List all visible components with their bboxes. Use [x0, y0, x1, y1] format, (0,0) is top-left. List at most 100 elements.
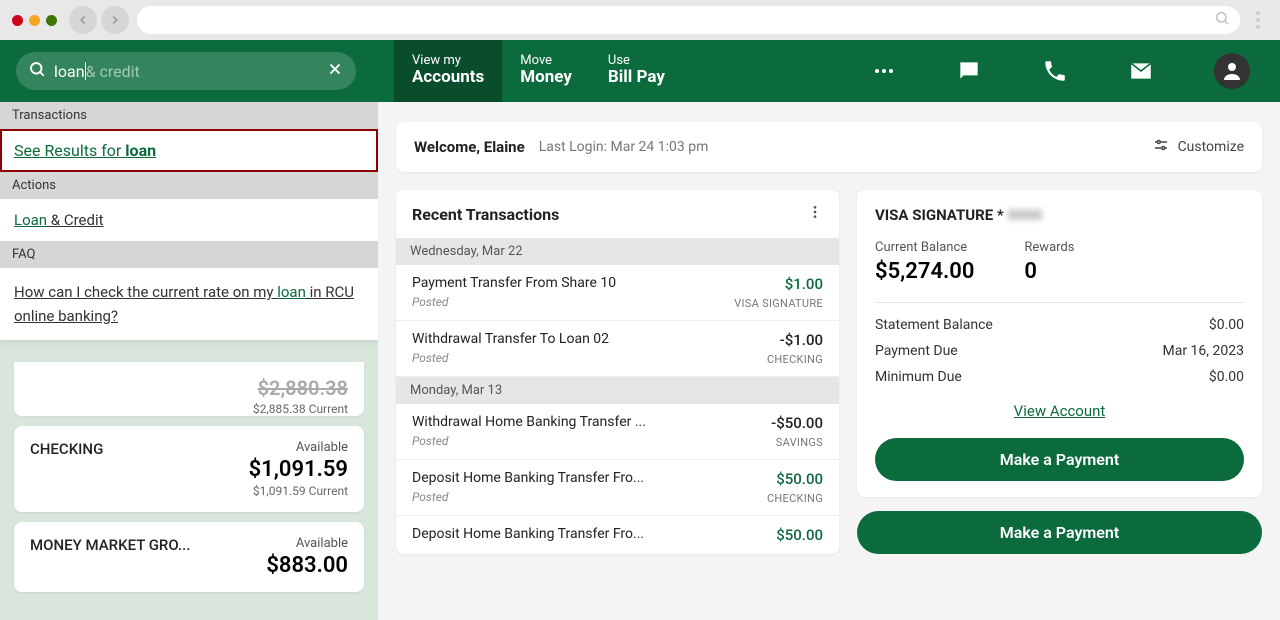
- main-content: Welcome, Elaine Last Login: Mar 24 1:03 …: [378, 102, 1280, 620]
- transaction-row[interactable]: Deposit Home Banking Transfer Fro... $50…: [396, 516, 839, 554]
- customize-label: Customize: [1178, 139, 1244, 155]
- action-link-term: Loan: [14, 211, 47, 229]
- window-controls: [12, 15, 57, 26]
- action-loan-credit-link[interactable]: Loan & Credit: [0, 199, 378, 241]
- account-name: CHECKING: [30, 440, 103, 458]
- sidebar: Transactions See Results for loan Action…: [0, 102, 378, 620]
- search-icon: [28, 60, 46, 82]
- transaction-account: CHECKING: [767, 492, 823, 505]
- close-window-icon[interactable]: [12, 15, 23, 26]
- visa-row-value: Mar 16, 2023: [1163, 343, 1245, 359]
- clear-search-icon[interactable]: [326, 59, 344, 83]
- tab-line1: View my: [412, 54, 484, 67]
- transaction-amount: -$50.00: [771, 414, 823, 432]
- address-bar[interactable]: [137, 6, 1240, 34]
- account-amount-cut: $2,880.38: [30, 376, 348, 400]
- back-button[interactable]: [69, 6, 97, 34]
- visa-row: Statement Balance $0.00: [875, 317, 1244, 333]
- welcome-text: Welcome, Elaine: [414, 138, 525, 156]
- visa-row-label: Payment Due: [875, 343, 958, 359]
- account-amount: $883.00: [266, 553, 348, 578]
- results-section-faq: FAQ: [0, 241, 378, 268]
- results-section-transactions: Transactions: [0, 102, 378, 129]
- account-tile-partial[interactable]: $2,880.38 $2,885.38 Current: [14, 362, 364, 416]
- transaction-amount: $50.00: [767, 470, 823, 488]
- transaction-row[interactable]: Deposit Home Banking Transfer Fro... Pos…: [396, 460, 839, 516]
- faq-pre: How can I check the current rate on my: [14, 283, 277, 301]
- browser-chrome: [0, 0, 1280, 40]
- browser-menu-icon[interactable]: [1248, 11, 1268, 29]
- search-input[interactable]: loan & credit: [16, 52, 356, 90]
- make-payment-button[interactable]: Make a Payment: [875, 438, 1244, 481]
- faq-term: loan: [277, 283, 306, 301]
- tab-move-money[interactable]: Move Money: [502, 40, 590, 102]
- account-name: MONEY MARKET GRO...: [30, 536, 190, 554]
- transaction-desc: Payment Transfer From Share 10: [412, 275, 616, 291]
- search-icon: [1214, 10, 1230, 30]
- rewards-label: Rewards: [1024, 240, 1074, 255]
- transaction-amount: $1.00: [734, 275, 823, 293]
- transaction-status: Posted: [412, 295, 616, 309]
- rewards-value: 0: [1024, 259, 1074, 284]
- transaction-row[interactable]: Withdrawal Home Banking Transfer ... Pos…: [396, 404, 839, 460]
- visa-row: Payment Due Mar 16, 2023: [875, 343, 1244, 359]
- main-tabs: View my Accounts Move Money Use Bill Pay: [394, 40, 683, 102]
- forward-button[interactable]: [101, 6, 129, 34]
- visa-masked-number: 0000: [1008, 206, 1042, 224]
- profile-avatar[interactable]: [1214, 53, 1250, 89]
- tab-line1: Move: [520, 54, 572, 67]
- mail-icon[interactable]: [1128, 58, 1154, 84]
- visa-card: VISA SIGNATURE * 0000 Current Balance $5…: [857, 190, 1262, 497]
- phone-icon[interactable]: [1042, 58, 1068, 84]
- search-results-panel: Transactions See Results for loan Action…: [0, 102, 378, 340]
- see-results-term: loan: [125, 141, 156, 160]
- transaction-desc: Withdrawal Transfer To Loan 02: [412, 331, 609, 347]
- make-payment-button-2[interactable]: Make a Payment: [857, 511, 1262, 554]
- visa-title: VISA SIGNATURE * 0000: [875, 206, 1244, 224]
- transaction-desc: Withdrawal Home Banking Transfer ...: [412, 414, 646, 430]
- see-results-prefix: See Results for: [14, 141, 125, 160]
- transaction-account: SAVINGS: [771, 436, 823, 449]
- customize-button[interactable]: Customize: [1152, 136, 1244, 158]
- sliders-icon: [1152, 136, 1170, 158]
- account-current: $1,091.59 Current: [249, 484, 348, 498]
- recent-transactions-title: Recent Transactions: [412, 205, 559, 224]
- account-amount: $1,091.59: [249, 457, 348, 482]
- transaction-row[interactable]: Withdrawal Transfer To Loan 02 Posted -$…: [396, 321, 839, 377]
- transaction-account: VISA SIGNATURE: [734, 297, 823, 310]
- account-tile-money-market[interactable]: MONEY MARKET GRO... Available $883.00: [14, 522, 364, 592]
- app-topbar: loan & credit View my Accounts Move Mone…: [0, 40, 1280, 102]
- action-link-rest: & Credit: [47, 211, 103, 229]
- last-login-text: Last Login: Mar 24 1:03 pm: [539, 139, 709, 155]
- account-available-label: Available: [249, 440, 348, 455]
- chat-icon[interactable]: [956, 58, 982, 84]
- account-tile-checking[interactable]: CHECKING Available $1,091.59 $1,091.59 C…: [14, 426, 364, 512]
- more-icon[interactable]: [872, 59, 896, 83]
- transaction-desc: Deposit Home Banking Transfer Fro...: [412, 470, 644, 486]
- transaction-status: Posted: [412, 490, 644, 504]
- view-account-link[interactable]: View Account: [1014, 402, 1106, 420]
- welcome-bar: Welcome, Elaine Last Login: Mar 24 1:03 …: [396, 122, 1262, 172]
- tab-bill-pay[interactable]: Use Bill Pay: [590, 40, 683, 102]
- transaction-row[interactable]: Payment Transfer From Share 10 Posted $1…: [396, 265, 839, 321]
- tab-line2: Bill Pay: [608, 67, 665, 87]
- transaction-amount: $50.00: [776, 526, 823, 544]
- tab-line1: Use: [608, 54, 665, 67]
- visa-row: Minimum Due $0.00: [875, 369, 1244, 385]
- date-separator: Monday, Mar 13: [396, 377, 839, 404]
- date-separator: Wednesday, Mar 22: [396, 238, 839, 265]
- card-menu-icon[interactable]: [807, 204, 823, 224]
- transaction-desc: Deposit Home Banking Transfer Fro...: [412, 526, 644, 542]
- minimize-window-icon[interactable]: [29, 15, 40, 26]
- transaction-status: Posted: [412, 434, 646, 448]
- visa-row-label: Statement Balance: [875, 317, 993, 333]
- current-balance-label: Current Balance: [875, 240, 974, 255]
- tab-view-accounts[interactable]: View my Accounts: [394, 40, 502, 102]
- see-results-link[interactable]: See Results for loan: [0, 129, 378, 172]
- maximize-window-icon[interactable]: [46, 15, 57, 26]
- results-section-actions: Actions: [0, 172, 378, 199]
- account-available-label: Available: [266, 536, 348, 551]
- visa-row-label: Minimum Due: [875, 369, 962, 385]
- transaction-account: CHECKING: [767, 353, 823, 366]
- faq-link[interactable]: How can I check the current rate on my l…: [0, 268, 378, 340]
